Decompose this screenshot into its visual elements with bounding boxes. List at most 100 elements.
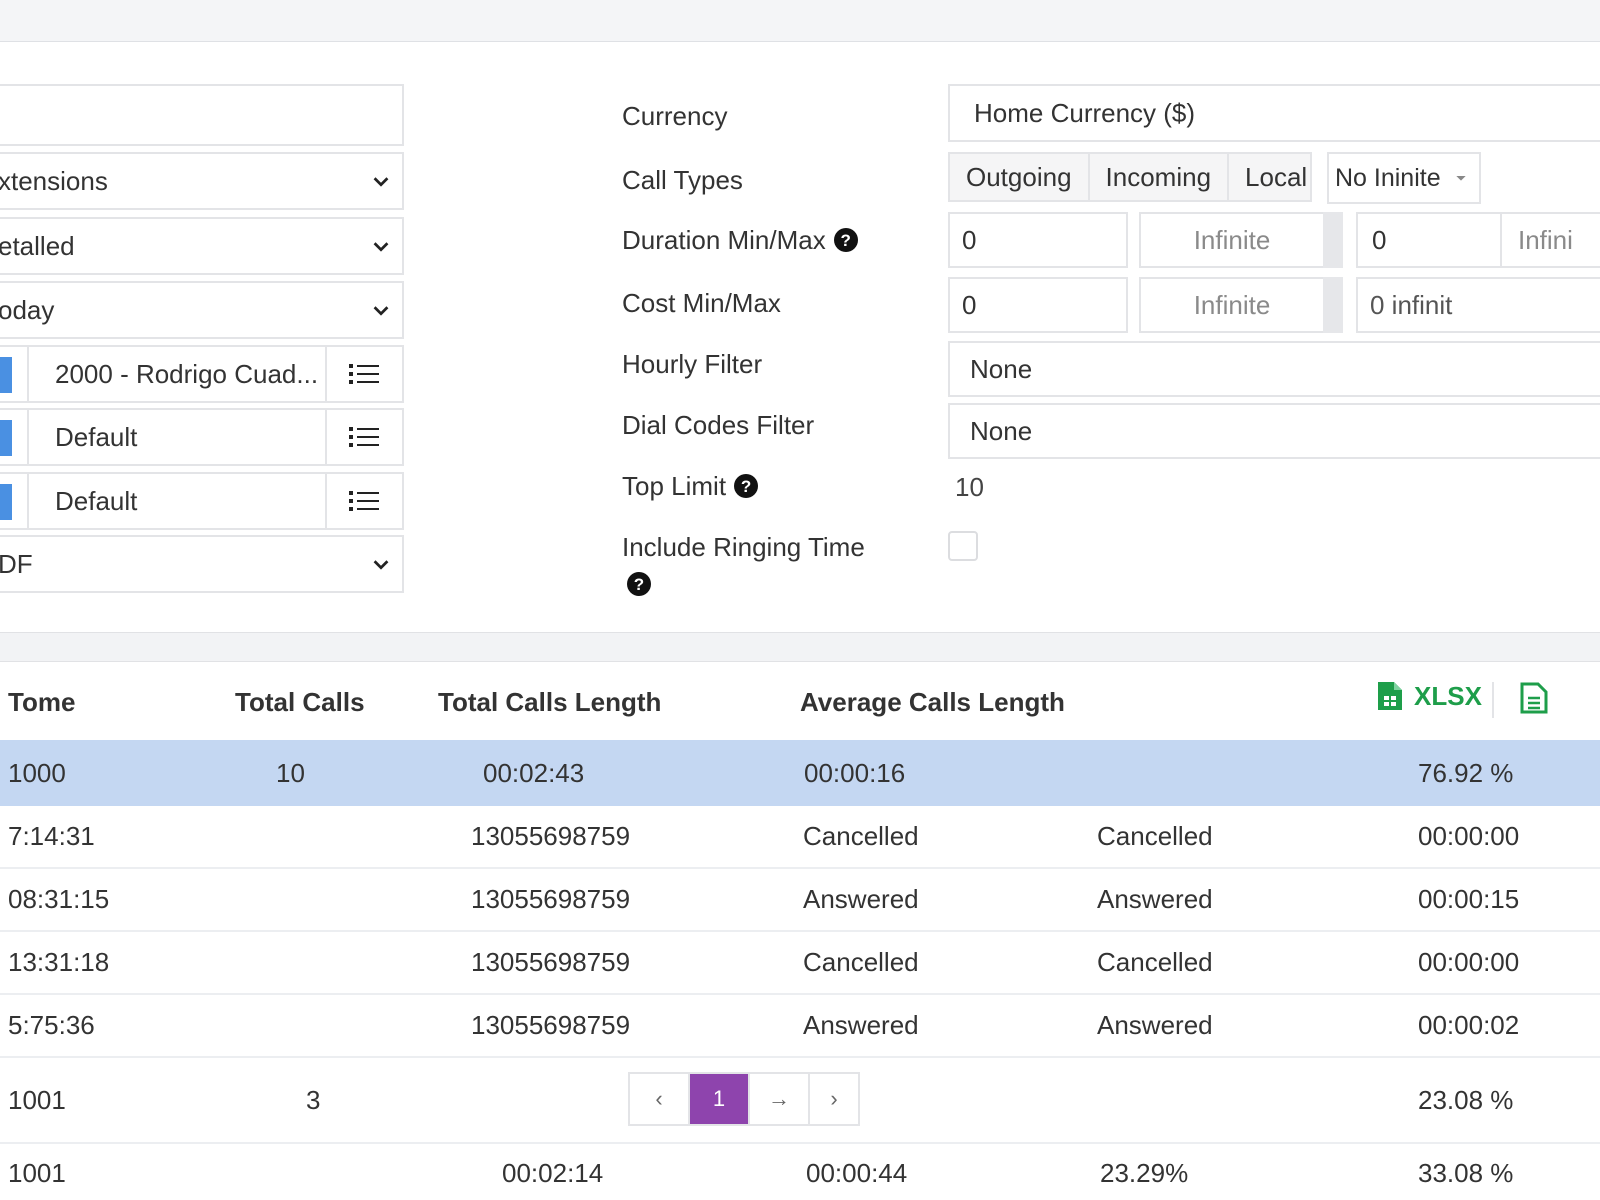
cell-tome: 1001 — [8, 1158, 66, 1188]
cell-percentage: 23.08 % — [1418, 1084, 1514, 1115]
divider — [1492, 682, 1494, 718]
section-divider — [0, 632, 1600, 662]
currency-select[interactable]: Home Currency ($) — [948, 84, 1600, 142]
cost-range-input-2[interactable]: 0 infinit — [1356, 277, 1600, 333]
cell-time: 5:75:36 — [8, 1010, 95, 1040]
cell-number: 13055698759 — [471, 1010, 631, 1040]
cell-duration: 00:00:15 — [1418, 884, 1520, 914]
cell-time: 13:31:18 — [8, 947, 110, 977]
divider — [27, 347, 29, 401]
duration-max-input-2[interactable]: Infini — [1500, 212, 1600, 268]
color-swatch[interactable] — [0, 420, 12, 456]
column-header-total-calls[interactable]: Total Calls — [235, 684, 365, 720]
pagination-page-current[interactable]: 1 — [690, 1074, 750, 1124]
cost-min-input[interactable]: 0 — [948, 277, 1128, 333]
list-button[interactable] — [327, 474, 400, 528]
column-header-average-calls-length[interactable]: Average Calls Length — [800, 684, 1065, 720]
dial-codes-value: None — [970, 415, 1033, 446]
cell-total-length: 00:02:43 — [483, 757, 585, 788]
picker-label: Default — [55, 421, 138, 452]
call-type-outgoing-toggle[interactable]: Outgoing — [950, 154, 1090, 200]
cost-label: Cost Min/Max — [622, 285, 781, 321]
cell-tome: 1000 — [8, 757, 66, 788]
pagination-prev-button[interactable]: ‹ — [630, 1074, 690, 1124]
help-icon[interactable]: ? — [627, 572, 651, 596]
hourly-filter-label-text: Hourly Filter — [622, 348, 763, 379]
cell-status: Cancelled — [803, 821, 919, 851]
list-icon — [348, 491, 379, 511]
export-xlsx-button[interactable]: XLSX — [1376, 680, 1482, 712]
period-select[interactable]: oday — [0, 281, 404, 339]
cell-duration: 00:00:00 — [1418, 821, 1520, 851]
no-infinite-value: No Ininite — [1335, 163, 1441, 192]
extensions-select-value: xtensions — [0, 165, 108, 196]
cell-status: Answered — [803, 1010, 919, 1040]
ringing-time-label-text: Include Ringing Time — [622, 531, 865, 562]
cost-max-input[interactable]: Infinite — [1139, 277, 1325, 333]
no-infinite-select[interactable]: No Ininite — [1327, 152, 1481, 204]
cost-min-value: 0 — [962, 289, 977, 320]
extensions-select[interactable]: xtensions — [0, 152, 404, 210]
cell-duration: 00:00:00 — [1418, 947, 1520, 977]
duration-min-input-2[interactable]: 0 — [1356, 212, 1502, 268]
text-input[interactable] — [0, 84, 404, 146]
call-type-incoming-toggle[interactable]: Incoming — [1090, 154, 1230, 200]
format-select-value: DF — [0, 548, 33, 579]
picker-row-default-2: Default — [0, 472, 404, 530]
period-select-value: oday — [0, 294, 55, 325]
cell-percentage: 33.08 % — [1418, 1158, 1514, 1188]
cell-number: 13055698759 — [471, 884, 631, 914]
divider — [27, 474, 29, 528]
ringing-time-checkbox[interactable] — [948, 531, 978, 561]
cell-tome: 1001 — [8, 1084, 66, 1115]
detail-select-value: etalled — [0, 230, 75, 261]
help-icon[interactable]: ? — [734, 474, 759, 498]
export-document-button[interactable] — [1520, 682, 1548, 719]
call-type-local-toggle[interactable]: Local — [1229, 154, 1323, 200]
pagination-next-button[interactable]: › — [810, 1074, 858, 1124]
table-row[interactable]: 08:31:15 13055698759 Answered Answered 0… — [0, 869, 1600, 932]
cell-average-length: 00:00:16 — [804, 757, 906, 788]
duration-max-input[interactable]: Infinite — [1139, 212, 1325, 268]
call-types-label: Call Types — [622, 162, 743, 198]
hourly-filter-select[interactable]: None — [948, 341, 1600, 397]
column-header-tome[interactable]: Tome — [8, 684, 75, 720]
list-button[interactable] — [327, 410, 400, 464]
table-row[interactable]: 7:14:31 13055698759 Cancelled Cancelled … — [0, 806, 1600, 869]
list-button[interactable] — [327, 347, 400, 401]
picker-label: 2000 - Rodrigo Cuad... — [55, 358, 319, 389]
cost-label-text: Cost Min/Max — [622, 287, 781, 318]
help-icon[interactable]: ? — [833, 228, 858, 252]
spreadsheet-file-icon — [1378, 682, 1402, 710]
chevron-down-icon — [373, 560, 389, 570]
hourly-filter-value: None — [970, 353, 1033, 384]
export-xlsx-label: XLSX — [1414, 680, 1482, 711]
detail-select[interactable]: etalled — [0, 217, 404, 275]
format-select[interactable]: DF — [0, 535, 404, 593]
duration-min2-value: 0 — [1372, 224, 1387, 255]
input-addon — [1323, 277, 1343, 333]
chevron-down-icon — [373, 177, 389, 187]
column-header-total-calls-length[interactable]: Total Calls Length — [438, 684, 661, 720]
divider — [27, 410, 29, 464]
chevron-down-icon — [373, 242, 389, 252]
cell-total-calls: 10 — [276, 757, 305, 788]
cell-status: Answered — [803, 884, 919, 914]
dial-codes-select[interactable]: None — [948, 403, 1600, 459]
dial-codes-label-text: Dial Codes Filter — [622, 409, 815, 440]
table-row[interactable]: 13:31:18 13055698759 Cancelled Cancelled… — [0, 932, 1600, 995]
duration-min-input[interactable]: 0 — [948, 212, 1128, 268]
color-swatch[interactable] — [0, 484, 12, 520]
table-row[interactable]: 1000 10 00:02:43 00:00:16 76.92 % — [0, 740, 1600, 806]
duration-label: Duration Min/Max ? — [622, 222, 858, 258]
table-row[interactable]: 5:75:36 13055698759 Answered Answered 00… — [0, 995, 1600, 1058]
duration-label-text: Duration Min/Max — [622, 224, 826, 255]
cell-percent-2: 23.29% — [1100, 1158, 1189, 1188]
table-row[interactable]: 1001 00:02:14 00:00:44 23.29% 33.08 % — [0, 1144, 1600, 1200]
call-types-toggle-group: Outgoing Incoming Local — [948, 152, 1312, 202]
color-swatch[interactable] — [0, 357, 12, 393]
cell-time: 7:14:31 — [8, 821, 95, 851]
pagination-arrow-right-button[interactable]: → — [750, 1074, 810, 1124]
cell-total-length: 00:02:14 — [502, 1158, 604, 1188]
top-limit-value[interactable]: 10 — [955, 472, 984, 503]
